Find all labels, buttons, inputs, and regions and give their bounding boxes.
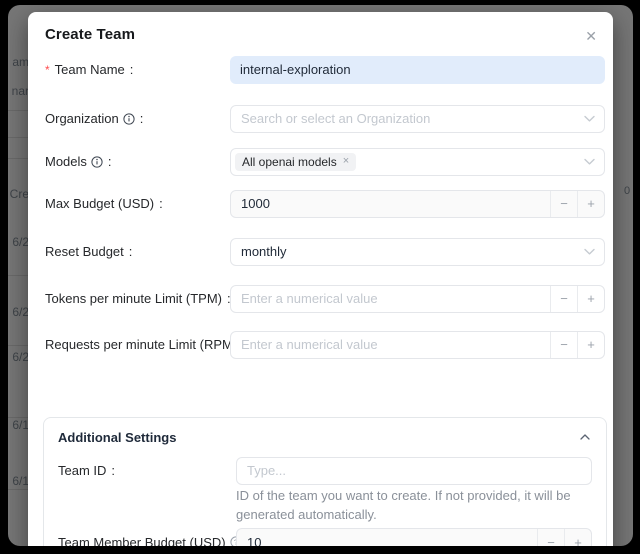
label-colon: : (129, 244, 133, 259)
reset-budget-label-text: Reset Budget (45, 244, 124, 259)
team-id-row: Team ID : (58, 457, 592, 485)
background-text-fragment: 6/2 (8, 235, 29, 249)
background-table-line (8, 137, 29, 138)
background-text-fragment: 6/2 (8, 305, 29, 319)
rpm-row: Requests per minute Limit (RPM) : − + (45, 331, 605, 359)
max-budget-row: Max Budget (USD) : − + (45, 190, 605, 218)
tpm-label-text: Tokens per minute Limit (TPM) (45, 291, 222, 306)
team-member-budget-label: Team Member Budget (USD) ? : (58, 535, 236, 546)
reset-budget-value: monthly (241, 244, 287, 259)
tpm-number-input: − + (230, 285, 605, 313)
info-icon (91, 156, 103, 168)
reset-budget-select[interactable]: monthly (230, 238, 605, 266)
models-select[interactable]: All openai models × (230, 148, 605, 176)
modal-title: Create Team (45, 26, 135, 43)
max-budget-number-input: − + (230, 190, 605, 218)
rpm-input[interactable] (231, 332, 550, 358)
background-table-line (8, 489, 29, 490)
organization-select[interactable]: Search or select an Organization (230, 105, 605, 133)
team-id-label: Team ID : (58, 463, 236, 478)
models-label: Models : (45, 154, 230, 169)
background-text-fragment: nar (8, 84, 29, 98)
background-text-fragment: 0 (624, 185, 633, 197)
team-member-budget-number-input: − + (236, 528, 592, 546)
tpm-label: Tokens per minute Limit (TPM) : (45, 291, 230, 306)
chevron-down-icon (584, 158, 595, 165)
organization-row: Organization : Search or select an Organ… (45, 105, 605, 133)
increment-button[interactable]: + (577, 191, 604, 217)
team-id-help-row: ID of the team you want to create. If no… (58, 487, 592, 525)
tag-remove-icon[interactable]: × (343, 156, 349, 167)
background-text-fragment: 6/1 (8, 474, 29, 488)
label-colon: : (111, 463, 115, 478)
max-budget-label: Max Budget (USD) : (45, 196, 230, 211)
label-colon: : (108, 154, 112, 169)
team-member-budget-input[interactable] (237, 529, 537, 546)
reset-budget-row: Reset Budget : monthly (45, 238, 605, 266)
decrement-button[interactable]: − (537, 529, 564, 546)
required-mark: * (45, 63, 50, 77)
rpm-number-input: − + (230, 331, 605, 359)
team-id-input[interactable] (236, 457, 592, 485)
close-icon[interactable]: ✕ (583, 26, 599, 47)
organization-label: Organization : (45, 111, 230, 126)
additional-settings-card: Additional Settings Team ID : ID of the … (43, 417, 607, 546)
chevron-down-icon (584, 248, 595, 255)
model-tag: All openai models × (235, 153, 356, 171)
increment-button[interactable]: + (564, 529, 591, 546)
models-label-text: Models (45, 154, 87, 169)
chevron-down-icon (584, 115, 595, 122)
background-text-fragment: am (8, 55, 29, 69)
team-member-budget-row: Team Member Budget (USD) ? : − + (58, 528, 592, 546)
max-budget-input[interactable] (231, 191, 550, 217)
tpm-row: Tokens per minute Limit (TPM) : − + (45, 285, 605, 313)
modal-header: Create Team ✕ (45, 26, 605, 47)
background-text-fragment: 6/2 (8, 350, 29, 364)
background-text-fragment: Cre (8, 187, 29, 201)
reset-budget-label: Reset Budget : (45, 244, 230, 259)
label-colon: : (159, 196, 163, 211)
decrement-button[interactable]: − (550, 332, 577, 358)
decrement-button[interactable]: − (550, 286, 577, 312)
increment-button[interactable]: + (577, 332, 604, 358)
organization-placeholder: Search or select an Organization (241, 111, 430, 126)
increment-button[interactable]: + (577, 286, 604, 312)
team-name-label-text: Team Name (55, 62, 125, 77)
background-table-line (8, 275, 29, 276)
label-colon: : (130, 62, 134, 77)
background-text-fragment: 6/1 (8, 418, 29, 432)
info-icon (123, 113, 135, 125)
team-name-input[interactable] (230, 56, 605, 84)
tpm-input[interactable] (231, 286, 550, 312)
models-row: Models : All openai models × (45, 148, 605, 176)
team-name-label: * Team Name : (45, 62, 230, 77)
team-name-row: * Team Name : (45, 56, 605, 84)
background-table-line (8, 158, 29, 159)
background-table-line (8, 110, 29, 111)
rpm-label: Requests per minute Limit (RPM) : (45, 337, 230, 352)
organization-label-text: Organization (45, 111, 119, 126)
additional-settings-header[interactable]: Additional Settings (58, 430, 592, 445)
chevron-up-icon (580, 434, 590, 440)
decrement-button[interactable]: − (550, 191, 577, 217)
additional-settings-title: Additional Settings (58, 430, 176, 445)
team-id-help-text: ID of the team you want to create. If no… (236, 487, 592, 525)
model-tag-label: All openai models (242, 155, 337, 169)
team-id-label-text: Team ID (58, 463, 106, 478)
create-team-modal: Create Team ✕ * Team Name : Organization… (28, 12, 613, 546)
max-budget-label-text: Max Budget (USD) (45, 196, 154, 211)
dimmed-background-page: am nar Cre 6/2 6/2 6/2 6/1 6/1 0 Create … (8, 5, 633, 546)
background-table-line (8, 345, 29, 346)
team-member-budget-label-text: Team Member Budget (USD) (58, 535, 226, 546)
rpm-label-text: Requests per minute Limit (RPM) (45, 337, 237, 352)
background-table-line (8, 417, 29, 418)
label-colon: : (140, 111, 144, 126)
